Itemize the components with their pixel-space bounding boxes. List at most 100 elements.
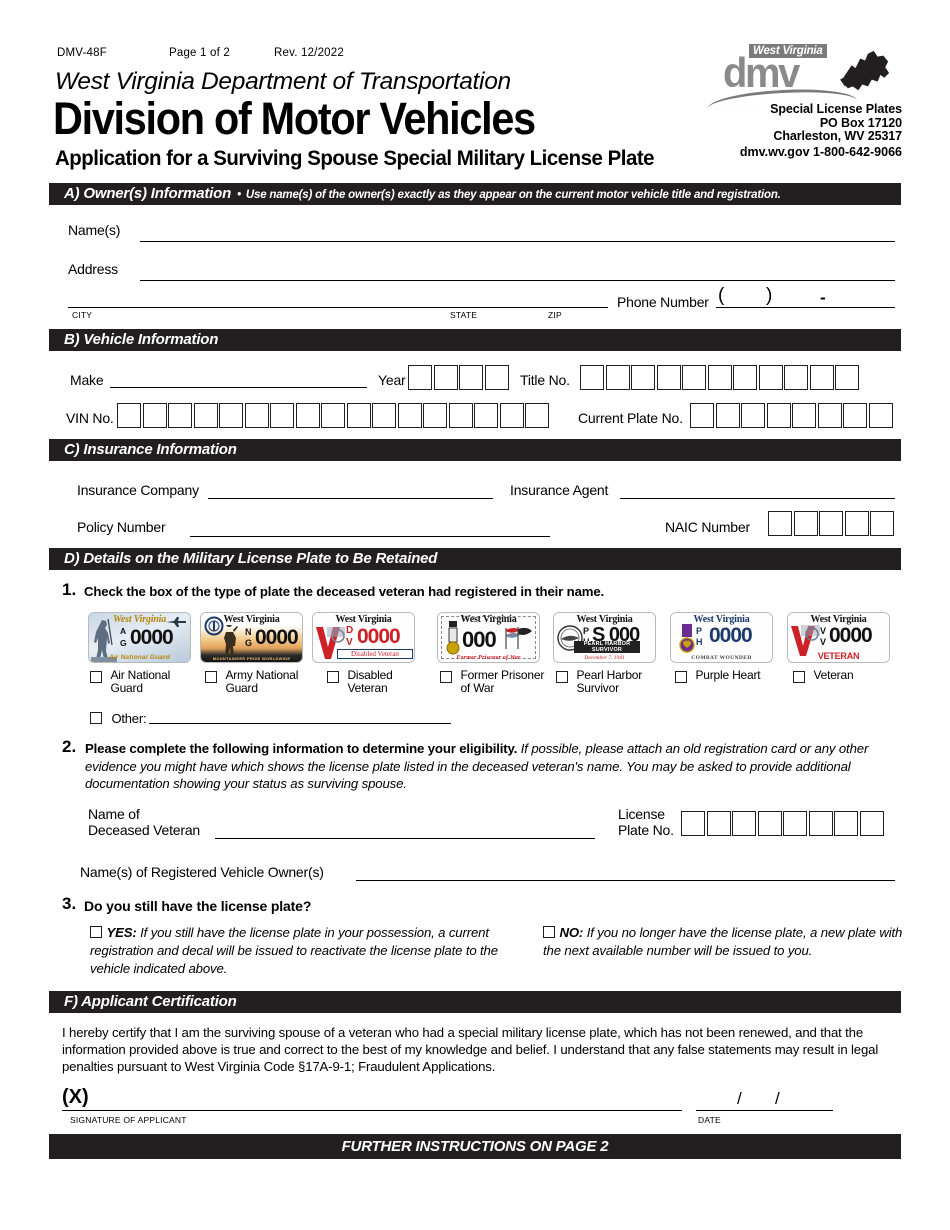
naic-boxes[interactable] <box>768 511 896 536</box>
vin-box-15[interactable] <box>474 403 498 428</box>
current-plate-boxes[interactable] <box>690 403 894 428</box>
title-no-boxes[interactable] <box>580 365 861 390</box>
checkbox-army-national-guard-wrap[interactable]: Army National Guard <box>205 669 299 695</box>
title-no-box-4[interactable] <box>656 365 681 390</box>
year-box-4[interactable] <box>484 365 509 390</box>
naic-box-5[interactable] <box>870 511 894 536</box>
vin-box-3[interactable] <box>168 403 192 428</box>
checkbox-air-national-guard-wrap[interactable]: Air National Guard <box>90 669 176 695</box>
title-no-box-8[interactable] <box>758 365 783 390</box>
plate-army-national-guard[interactable]: West Virginia N G 0000 MOUNTAINEER PRIDE… <box>200 612 303 663</box>
vin-box-8[interactable] <box>295 403 320 428</box>
current-plate-box-2[interactable] <box>715 403 740 428</box>
deceased-veteran-input[interactable] <box>215 838 595 839</box>
vin-box-1[interactable] <box>117 403 141 428</box>
current-plate-box-4[interactable] <box>766 403 791 428</box>
license-plate-box-7[interactable] <box>834 811 858 836</box>
registered-owners-input[interactable] <box>356 880 895 881</box>
title-no-box-11[interactable] <box>835 365 859 390</box>
plate-pearl-harbor-survivor[interactable]: West Virginia P H S 000 PEARL HARBOR SUR… <box>553 612 656 663</box>
vin-box-10[interactable] <box>346 403 371 428</box>
checkbox-purple-heart-wrap[interactable]: Purple Heart <box>675 669 775 687</box>
title-no-box-6[interactable] <box>707 365 732 390</box>
current-plate-box-6[interactable] <box>817 403 842 428</box>
title-no-box-10[interactable] <box>809 365 834 390</box>
address-input[interactable] <box>140 280 895 281</box>
year-box-3[interactable] <box>459 365 483 390</box>
checkbox-former-prisoner-of-war[interactable] <box>440 671 452 683</box>
vin-box-12[interactable] <box>397 403 422 428</box>
title-no-box-3[interactable] <box>631 365 655 390</box>
vin-box-13[interactable] <box>423 403 447 428</box>
naic-box-3[interactable] <box>819 511 843 536</box>
year-box-1[interactable] <box>408 365 432 390</box>
checkbox-army-national-guard[interactable] <box>205 671 217 683</box>
policy-number-input[interactable] <box>190 536 550 537</box>
license-plate-box-4[interactable] <box>757 811 782 836</box>
plate-disabled-veteran[interactable]: West Virginia D V 0000 Disabled Veteran <box>312 612 415 663</box>
vin-boxes[interactable] <box>117 403 551 428</box>
checkbox-pearl-harbor-wrap[interactable]: Pearl Harbor Survivor <box>556 669 648 695</box>
checkbox-other-wrap[interactable]: Other: <box>90 710 147 728</box>
checkbox-former-prisoner-wrap[interactable]: Former Prisoner of War <box>440 669 546 695</box>
insurance-company-input[interactable] <box>208 498 493 499</box>
current-plate-box-3[interactable] <box>741 403 765 428</box>
vin-box-11[interactable] <box>372 403 396 428</box>
signature-input[interactable] <box>62 1110 682 1111</box>
phone-input[interactable] <box>716 307 895 308</box>
plate-veteran[interactable]: West Virginia V V 0000 VETERAN <box>787 612 890 663</box>
other-input[interactable] <box>149 723 451 724</box>
no-option-wrap[interactable]: NO: If you no longer have the license pl… <box>543 924 903 960</box>
title-no-box-5[interactable] <box>682 365 706 390</box>
checkbox-yes[interactable] <box>90 926 102 938</box>
title-no-box-1[interactable] <box>580 365 604 390</box>
title-no-box-7[interactable] <box>733 365 757 390</box>
current-plate-box-8[interactable] <box>868 403 893 428</box>
license-plate-box-2[interactable] <box>706 811 731 836</box>
license-plate-box-1[interactable] <box>681 811 705 836</box>
current-plate-box-1[interactable] <box>690 403 714 428</box>
checkbox-purple-heart[interactable] <box>675 671 687 683</box>
naic-box-2[interactable] <box>793 511 818 536</box>
year-box-2[interactable] <box>433 365 458 390</box>
plate-former-prisoner-of-war[interactable]: West Virginia 000 Former Prisoner of War <box>437 612 540 663</box>
checkbox-pearl-harbor-survivor[interactable] <box>556 671 568 683</box>
vin-box-9[interactable] <box>321 403 345 428</box>
checkbox-no[interactable] <box>543 926 555 938</box>
license-plate-box-8[interactable] <box>859 811 884 836</box>
checkbox-disabled-veteran[interactable] <box>327 671 339 683</box>
vin-box-5[interactable] <box>219 403 243 428</box>
current-plate-box-7[interactable] <box>843 403 867 428</box>
checkbox-disabled-veteran-wrap[interactable]: Disabled Veteran <box>327 669 401 695</box>
license-plate-box-6[interactable] <box>808 811 833 836</box>
vin-box-6[interactable] <box>244 403 269 428</box>
insurance-agent-input[interactable] <box>620 498 895 499</box>
plate-air-national-guard[interactable]: West Virginia A G 0000 Air National Guar… <box>88 612 191 663</box>
logo-website[interactable]: dmv.wv.gov <box>740 145 810 159</box>
license-plate-box-5[interactable] <box>783 811 807 836</box>
vin-box-14[interactable] <box>448 403 473 428</box>
title-no-box-2[interactable] <box>605 365 630 390</box>
plate-purple-heart[interactable]: West Virginia P H 0000 COMBAT WOUNDED <box>670 612 773 663</box>
checkbox-air-national-guard[interactable] <box>90 671 102 683</box>
checkbox-veteran[interactable] <box>793 671 805 683</box>
naic-box-1[interactable] <box>768 511 792 536</box>
current-plate-box-5[interactable] <box>792 403 816 428</box>
vin-box-4[interactable] <box>193 403 218 428</box>
license-plate-box-3[interactable] <box>732 811 756 836</box>
vin-box-17[interactable] <box>525 403 549 428</box>
naic-box-4[interactable] <box>844 511 869 536</box>
yes-option-wrap[interactable]: YES: If you still have the license plate… <box>90 924 520 978</box>
make-input[interactable] <box>110 387 367 388</box>
vin-box-16[interactable] <box>499 403 524 428</box>
license-plate-boxes[interactable] <box>681 811 885 836</box>
checkbox-veteran-wrap[interactable]: Veteran <box>793 669 873 687</box>
date-input[interactable] <box>696 1110 833 1111</box>
vin-box-2[interactable] <box>142 403 167 428</box>
names-input[interactable] <box>140 241 895 242</box>
checkbox-other[interactable] <box>90 712 102 724</box>
title-no-box-9[interactable] <box>784 365 808 390</box>
vin-box-7[interactable] <box>270 403 294 428</box>
year-boxes[interactable] <box>408 365 510 390</box>
city-state-zip-input[interactable] <box>68 307 608 308</box>
